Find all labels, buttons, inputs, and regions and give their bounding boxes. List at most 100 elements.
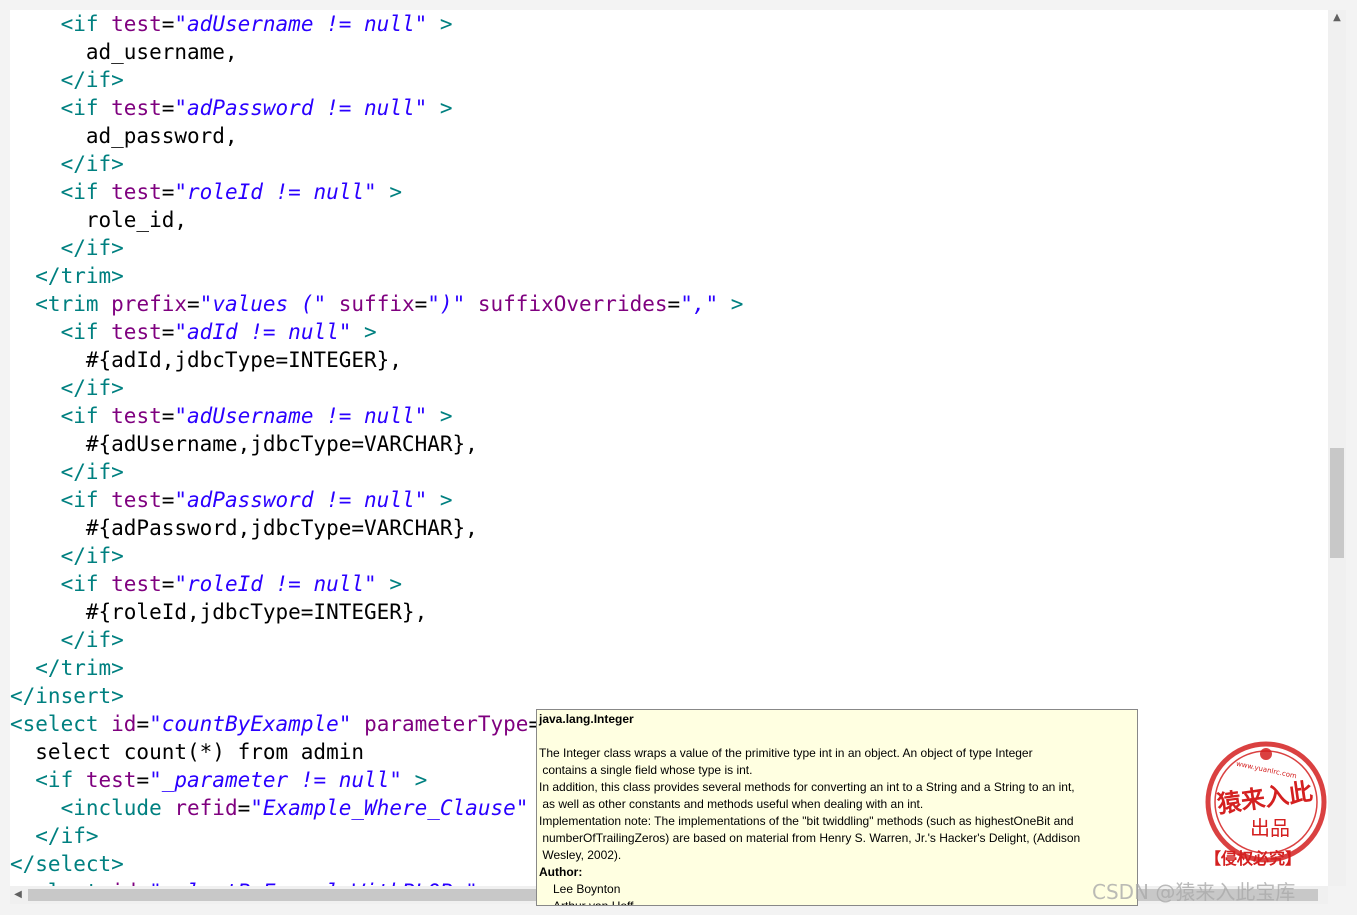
code-token: </if> [10, 544, 124, 568]
code-line: #{adUsername,jdbcType=VARCHAR}, [10, 430, 478, 458]
tooltip-line: as well as other constants and methods u… [539, 797, 924, 811]
code-token: #{adUsername,jdbcType=VARCHAR}, [10, 432, 478, 456]
code-token: > [427, 488, 453, 512]
code-line: <if test="adPassword != null" > [10, 94, 453, 122]
code-line: #{roleId,jdbcType=INTEGER}, [10, 598, 427, 626]
code-line: ad_username, [10, 38, 238, 66]
code-token: "adUsername != null" [174, 12, 428, 36]
stamp-line2: 出品 [1250, 816, 1290, 840]
code-token: test [111, 404, 162, 428]
code-token: "_parameter != null" [149, 768, 402, 792]
code-line: </insert> [10, 682, 124, 710]
code-line: </trim> [10, 262, 124, 290]
tooltip-author: Lee Boynton [553, 882, 621, 896]
code-token: = [667, 292, 681, 316]
code-line: </if> [10, 374, 124, 402]
stamp-line1: 猿来入此 [1214, 777, 1314, 819]
code-token: > [427, 12, 453, 36]
code-line: <if test="roleId != null" > [10, 570, 402, 598]
code-line: </trim> [10, 654, 124, 682]
code-token: </if> [10, 628, 124, 652]
code-token: "roleId != null" [174, 572, 377, 596]
csdn-watermark: CSDN @猿来入此宝库 [1092, 880, 1296, 904]
code-token: "adPassword != null" [174, 96, 428, 120]
code-token: refid [174, 796, 238, 820]
code-line: <if test="adPassword != null" > [10, 486, 453, 514]
code-token: = [161, 180, 175, 204]
code-line: <include refid="Example_Where_Clause" /> [10, 794, 567, 822]
code-line: ad_password, [10, 122, 238, 150]
watermark-stamp: www.yuanlrc.com 猿来入此 出品 【侵权必究】 [1205, 741, 1327, 868]
vertical-scroll-thumb[interactable] [1330, 448, 1344, 558]
code-token: > [376, 572, 402, 596]
tooltip-line: The Integer class wraps a value of the p… [539, 746, 1033, 760]
code-token: ad_password, [10, 124, 238, 148]
stamp-banner: 【侵权必究】 [1205, 849, 1301, 868]
code-line: <if test="adId != null" > [10, 318, 377, 346]
tooltip-author: Arthur van Hoff [553, 899, 634, 906]
code-token: ad_username, [10, 40, 238, 64]
code-token: = [161, 488, 175, 512]
code-token: <include [10, 796, 175, 820]
code-line: <if test="adUsername != null" > [10, 10, 453, 38]
stamp-apple-icon [1260, 748, 1272, 760]
code-token: suffix [338, 292, 415, 316]
code-token: </if> [10, 376, 124, 400]
code-token: <select [10, 712, 112, 736]
code-token: </trim> [10, 264, 124, 288]
code-token: <if [10, 768, 86, 792]
tooltip-author-label: Author: [539, 865, 583, 879]
code-token: > [718, 292, 744, 316]
code-token: <if [10, 404, 112, 428]
code-token: </if> [10, 68, 124, 92]
code-token: "Example_Where_Clause" [250, 796, 529, 820]
code-token: select count(*) from admin [10, 740, 365, 764]
tooltip-title: java.lang.Integer [539, 712, 634, 726]
code-token: <if [10, 12, 112, 36]
code-token: = [161, 12, 175, 36]
code-token: "," [680, 292, 719, 316]
code-token: = [161, 96, 175, 120]
code-token: <if [10, 180, 112, 204]
scroll-left-arrow-icon[interactable]: ◀ [12, 889, 24, 900]
code-token: > [351, 320, 377, 344]
tooltip-line: Implementation note: The implementations… [539, 814, 1074, 828]
scroll-up-arrow-icon[interactable]: ▲ [1328, 12, 1346, 23]
javadoc-tooltip: java.lang.Integer The Integer class wrap… [536, 709, 1138, 906]
code-line: <if test="roleId != null" > [10, 178, 402, 206]
code-token: </if> [10, 460, 124, 484]
code-token: <if [10, 572, 112, 596]
code-token: #{adPassword,jdbcType=VARCHAR}, [10, 516, 478, 540]
code-token: <if [10, 320, 112, 344]
tooltip-line: contains a single field whose type is in… [539, 763, 753, 777]
code-token: test [111, 180, 162, 204]
code-token: = [187, 292, 200, 316]
code-token: "roleId != null" [174, 180, 377, 204]
code-token: > [376, 180, 402, 204]
code-token: = [161, 404, 175, 428]
code-token: </select> [10, 852, 124, 876]
code-token: "adUsername != null" [174, 404, 428, 428]
code-token: "values (" [199, 292, 327, 316]
code-token: test [85, 768, 137, 792]
code-line: select count(*) from admin [10, 738, 364, 766]
code-token: suffixOverrides [477, 292, 668, 316]
tooltip-line: numberOfTrailingZeros) are based on mate… [539, 831, 1081, 845]
vertical-scrollbar[interactable]: ▲ [1328, 10, 1346, 886]
code-token: = [136, 712, 150, 736]
code-token: "adId != null" [174, 320, 352, 344]
code-line: <trim prefix="values (" suffix=")" suffi… [10, 290, 743, 318]
code-line: </select> [10, 850, 124, 878]
code-line: <select id="selectByExampleWithBLOBs" > [10, 878, 503, 886]
code-token: = [414, 292, 428, 316]
code-token: parameterType [364, 712, 529, 736]
code-token: test [111, 488, 162, 512]
code-token: </if> [10, 236, 124, 260]
code-line: </if> [10, 150, 124, 178]
code-token: </trim> [10, 656, 124, 680]
tooltip-line: In addition, this class provides several… [539, 780, 1075, 794]
code-token: prefix [111, 292, 188, 316]
code-token: <if [10, 488, 112, 512]
